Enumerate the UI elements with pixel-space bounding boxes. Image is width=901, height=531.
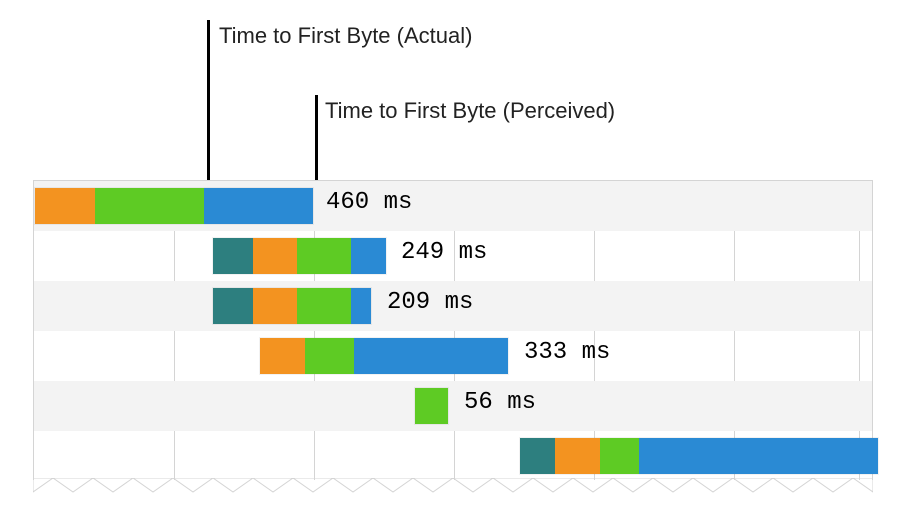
seg-ttfb <box>600 438 640 474</box>
seg-ttfb <box>95 188 204 224</box>
seg-dns <box>213 238 253 274</box>
duration-label: 333 ms <box>524 339 610 366</box>
seg-connect <box>253 288 297 324</box>
waterfall-row: 249 ms <box>34 231 872 281</box>
annotation-perceived-label: Time to First Byte (Perceived) <box>325 98 615 124</box>
seg-connect <box>253 238 297 274</box>
marker-perceived <box>315 95 318 190</box>
waterfall-row: 333 ms <box>34 331 872 381</box>
seg-ttfb <box>305 338 355 374</box>
request-bar <box>259 337 509 375</box>
seg-download <box>351 288 371 324</box>
request-bar <box>34 187 314 225</box>
seg-connect <box>35 188 95 224</box>
duration-label: 56 ms <box>464 389 536 416</box>
seg-ttfb <box>415 388 448 424</box>
seg-download <box>639 438 878 474</box>
request-bar <box>212 237 387 275</box>
seg-download <box>351 238 386 274</box>
annotation-actual-label: Time to First Byte (Actual) <box>219 23 472 49</box>
duration-label: 249 ms <box>401 239 487 266</box>
seg-dns <box>213 288 253 324</box>
seg-ttfb <box>297 288 351 324</box>
seg-download <box>354 338 508 374</box>
seg-connect <box>260 338 305 374</box>
duration-label: 460 ms <box>326 189 412 216</box>
torn-edge <box>33 478 873 508</box>
seg-connect <box>555 438 600 474</box>
waterfall-row <box>34 431 872 481</box>
request-bar <box>212 287 372 325</box>
waterfall-row: 209 ms <box>34 281 872 331</box>
request-bar <box>519 437 879 475</box>
waterfall-chart: Time to First Byte (Actual) Time to Firs… <box>0 0 901 531</box>
seg-ttfb <box>297 238 351 274</box>
duration-label: 209 ms <box>387 289 473 316</box>
waterfall-row: 56 ms <box>34 381 872 431</box>
marker-actual <box>207 20 210 190</box>
waterfall-row: 460 ms <box>34 181 872 231</box>
request-bar <box>414 387 449 425</box>
seg-download <box>204 188 313 224</box>
chart-area: 460 ms 249 ms 209 ms <box>33 180 873 480</box>
seg-dns <box>520 438 555 474</box>
